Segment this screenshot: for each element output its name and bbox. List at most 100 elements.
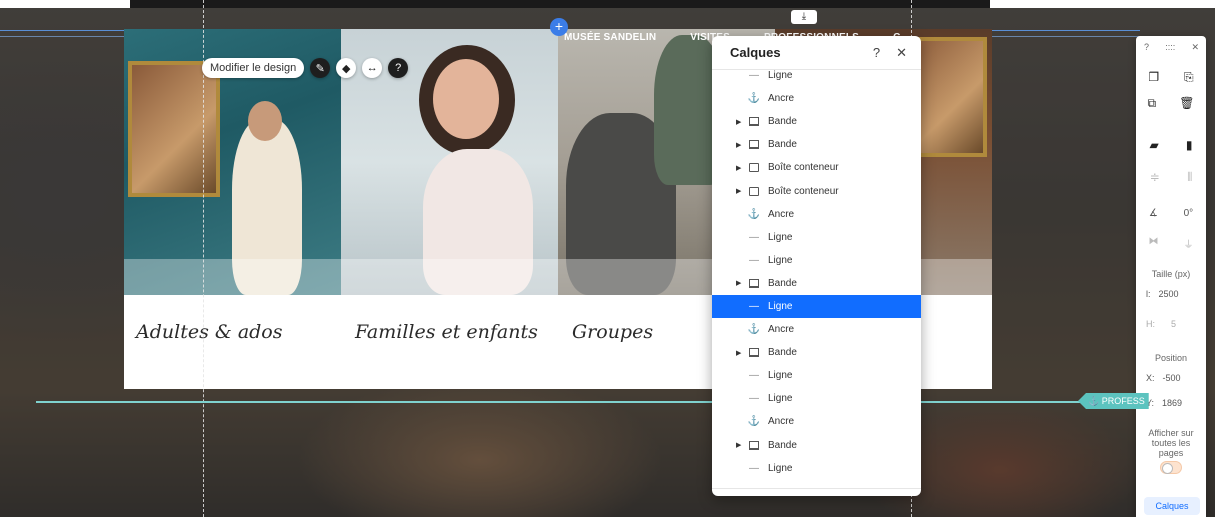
layers-button[interactable]: Calques bbox=[1144, 497, 1200, 515]
copy-row: ❐ ⎘ bbox=[1136, 70, 1206, 85]
selected-line-element[interactable] bbox=[36, 401, 1136, 403]
close-icon[interactable]: ✕ bbox=[896, 45, 907, 61]
layer-item[interactable]: — Ligne bbox=[712, 249, 921, 272]
element-toolbar: Modifier le design ✎ ◆ ↔ ? bbox=[202, 58, 409, 78]
layer-item[interactable]: — Ligne bbox=[712, 457, 921, 480]
anchor-icon: ⚓ bbox=[747, 324, 761, 336]
properties-bar: ? :::: ✕ ❐ ⎘ ⧉ 🗑 ▰ ▮ ≑ ⫴ ∡ 0° ⧓ ⏚ Taille (px) … bbox=[1136, 36, 1206, 517]
layer-item[interactable]: ▶ Bande bbox=[712, 272, 921, 295]
line-icon: — bbox=[749, 300, 759, 312]
layer-item[interactable]: ⚓ Ancre bbox=[712, 410, 921, 433]
layer-label: Ligne bbox=[768, 370, 793, 382]
anchor-icon: ⚓ bbox=[747, 416, 761, 428]
show-all-pages-label: Afficher sur toutes les pages bbox=[1148, 428, 1194, 458]
layer-item[interactable]: — Ligne bbox=[712, 387, 921, 410]
rotation-row: ∡ 0° bbox=[1136, 208, 1206, 219]
line-icon: — bbox=[749, 462, 759, 474]
layer-label: Ancre bbox=[768, 416, 795, 428]
help-icon[interactable]: ? bbox=[388, 58, 409, 78]
align-icon[interactable]: ▮ bbox=[1186, 138, 1193, 152]
stretch-icon[interactable]: ↔ bbox=[362, 58, 383, 78]
layer-label: Bande bbox=[768, 139, 797, 151]
container-icon bbox=[746, 186, 762, 196]
strip-icon bbox=[746, 117, 762, 127]
layer-item[interactable]: ▶ Boîte conteneur bbox=[712, 156, 921, 179]
line-icon: — bbox=[749, 254, 759, 266]
anchor-tag[interactable]: ⚓ PROFESS bbox=[1078, 393, 1149, 409]
add-section-button[interactable]: + bbox=[550, 18, 568, 36]
layer-item[interactable]: ⚓ Ancre bbox=[712, 203, 921, 226]
layer-item[interactable]: ▶ Bande bbox=[712, 110, 921, 133]
layer-item[interactable]: ▶ Boîte conteneur bbox=[712, 179, 921, 202]
layer-item[interactable]: ▶ Bande bbox=[712, 341, 921, 364]
line-icon: — bbox=[749, 70, 759, 82]
anchor-icon: ⚓ bbox=[747, 93, 761, 105]
layer-item[interactable]: ▶ Bande bbox=[712, 434, 921, 457]
caption-adults[interactable]: Adultes & ados bbox=[136, 321, 283, 343]
expand-arrow-icon[interactable]: ▶ bbox=[736, 187, 746, 195]
animation-icon[interactable]: ◆ bbox=[336, 58, 357, 78]
expand-arrow-icon[interactable]: ▶ bbox=[736, 349, 746, 357]
expand-arrow-icon[interactable]: ▶ bbox=[736, 141, 746, 149]
width-field[interactable]: l: 2500 bbox=[1146, 289, 1179, 299]
caption-families[interactable]: Familles et enfants bbox=[355, 321, 538, 343]
help-icon[interactable]: ? bbox=[873, 45, 880, 60]
show-all-pages-toggle[interactable] bbox=[1160, 461, 1182, 474]
layer-item[interactable]: ⚓ Ancre bbox=[712, 318, 921, 341]
match-size-icon[interactable]: ⫴ bbox=[1187, 170, 1192, 185]
caption-groups[interactable]: Groupes bbox=[572, 321, 653, 343]
top-strip bbox=[0, 0, 1215, 8]
expand-arrow-icon[interactable]: ▶ bbox=[736, 164, 746, 172]
y-field[interactable]: Y: 1869 bbox=[1146, 398, 1182, 408]
layers-list: — Ligne ⚓ Ancre ▶ Bande ▶ Bande ▶ Boîte conteneur… bbox=[712, 64, 921, 480]
flip-horizontal-icon[interactable]: ⧓ bbox=[1149, 236, 1159, 251]
distribute-row: ≑ ⫴ bbox=[1136, 170, 1206, 185]
drag-handle-icon[interactable]: :::: bbox=[1165, 42, 1175, 53]
duplicate-icon[interactable]: ⧉ bbox=[1148, 96, 1157, 111]
arrange-row: ▰ ▮ bbox=[1136, 138, 1206, 152]
duplicate-row: ⧉ 🗑 bbox=[1136, 96, 1206, 111]
rotate-icon[interactable]: ∡ bbox=[1149, 208, 1158, 219]
height-field[interactable]: H: 5 bbox=[1146, 319, 1176, 329]
line-icon: — bbox=[749, 393, 759, 405]
props-header: ? :::: ✕ bbox=[1136, 36, 1206, 53]
layer-item[interactable]: — Ligne bbox=[712, 64, 921, 87]
flip-vertical-icon[interactable]: ⏚ bbox=[1184, 236, 1194, 251]
strip-icon bbox=[746, 140, 762, 150]
layers-panel: Calques ? ✕ — Ligne ⚓ Ancre ▶ Bande ▶ Bande ▶ Boî… bbox=[712, 36, 921, 496]
arrange-icon[interactable]: ▰ bbox=[1150, 138, 1159, 152]
pen-icon[interactable]: ✎ bbox=[310, 58, 331, 78]
person-head bbox=[248, 101, 282, 141]
size-label: Taille (px) bbox=[1151, 269, 1191, 279]
anchor-icon: ⚓ bbox=[747, 208, 761, 220]
rotation-value[interactable]: 0° bbox=[1184, 208, 1194, 219]
layer-item[interactable]: ▶ Bande bbox=[712, 133, 921, 156]
expand-arrow-icon[interactable]: ▶ bbox=[736, 118, 746, 126]
x-field[interactable]: X: -500 bbox=[1146, 373, 1181, 383]
props-close-icon[interactable]: ✕ bbox=[1191, 42, 1199, 53]
copy-icon[interactable]: ❐ bbox=[1148, 70, 1159, 85]
layer-item[interactable]: — Ligne bbox=[712, 364, 921, 387]
layer-item[interactable]: — Ligne bbox=[712, 294, 921, 319]
position-label: Position bbox=[1154, 353, 1188, 363]
expand-arrow-icon[interactable]: ▶ bbox=[736, 279, 746, 287]
distribute-icon[interactable]: ≑ bbox=[1150, 170, 1160, 185]
layer-label: Ligne bbox=[768, 231, 793, 243]
expand-arrow-icon[interactable]: ▶ bbox=[736, 441, 746, 449]
layer-item[interactable]: — Ligne bbox=[712, 226, 921, 249]
download-icon[interactable]: ⤓ bbox=[791, 10, 817, 24]
layer-label: Ancre bbox=[768, 324, 795, 336]
layer-label: Ligne bbox=[768, 300, 793, 312]
props-help-icon[interactable]: ? bbox=[1144, 42, 1149, 53]
delete-icon[interactable]: 🗑 bbox=[1179, 96, 1194, 111]
edit-design-button[interactable]: Modifier le design bbox=[202, 58, 305, 78]
line-icon: — bbox=[749, 370, 759, 382]
nav-item-musee[interactable]: MUSÉE SANDELIN bbox=[564, 32, 656, 43]
layer-label: Ancre bbox=[768, 93, 795, 105]
strip-icon bbox=[746, 278, 762, 288]
layer-label: Bande bbox=[768, 439, 797, 451]
layers-footer bbox=[712, 488, 921, 496]
layer-item[interactable]: ⚓ Ancre bbox=[712, 87, 921, 110]
layer-label: Bande bbox=[768, 347, 797, 359]
paste-icon[interactable]: ⎘ bbox=[1184, 70, 1194, 85]
